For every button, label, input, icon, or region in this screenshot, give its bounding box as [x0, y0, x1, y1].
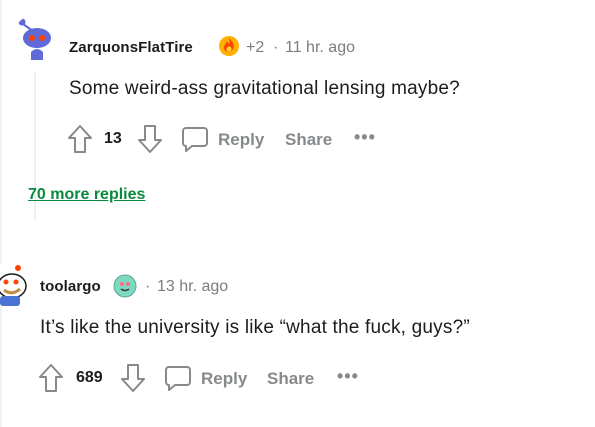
upvote-icon[interactable]	[67, 124, 93, 154]
meta-separator: ·	[145, 278, 151, 295]
username[interactable]: toolargo	[40, 278, 101, 295]
reply-icon[interactable]	[164, 364, 192, 392]
vote-count: 13	[104, 130, 122, 147]
fire-flair-icon	[218, 35, 240, 57]
reply-button[interactable]: Reply	[218, 130, 264, 150]
reply-button[interactable]: Reply	[201, 369, 247, 389]
more-replies-link[interactable]: 70 more replies	[28, 186, 145, 204]
snoo-flair-icon	[113, 274, 137, 298]
timestamp[interactable]: 11 hr. ago	[285, 39, 355, 57]
thread-line-left[interactable]	[0, 0, 2, 427]
avatar[interactable]	[13, 14, 61, 62]
upvote-icon[interactable]	[38, 363, 64, 393]
reply-icon[interactable]	[181, 125, 209, 153]
snoo-avatar-icon	[0, 262, 32, 308]
downvote-icon[interactable]	[137, 124, 163, 154]
share-button[interactable]: Share	[285, 130, 332, 150]
comment-body: It’s like the university is like “what t…	[40, 317, 470, 338]
meta-separator: ·	[273, 39, 279, 56]
share-button[interactable]: Share	[267, 369, 314, 389]
more-options-button[interactable]: •••	[337, 366, 359, 387]
timestamp[interactable]: 13 hr. ago	[157, 278, 228, 296]
username[interactable]: ZarquonsFlatTire	[69, 39, 193, 56]
downvote-icon[interactable]	[120, 363, 146, 393]
snoo-avatar-icon	[13, 14, 61, 62]
comment-body: Some weird-ass gravitational lensing may…	[69, 78, 460, 99]
vote-count: 689	[76, 369, 103, 386]
avatar[interactable]	[0, 262, 32, 308]
more-options-button[interactable]: •••	[354, 127, 376, 148]
score-delta: +2	[246, 39, 265, 56]
